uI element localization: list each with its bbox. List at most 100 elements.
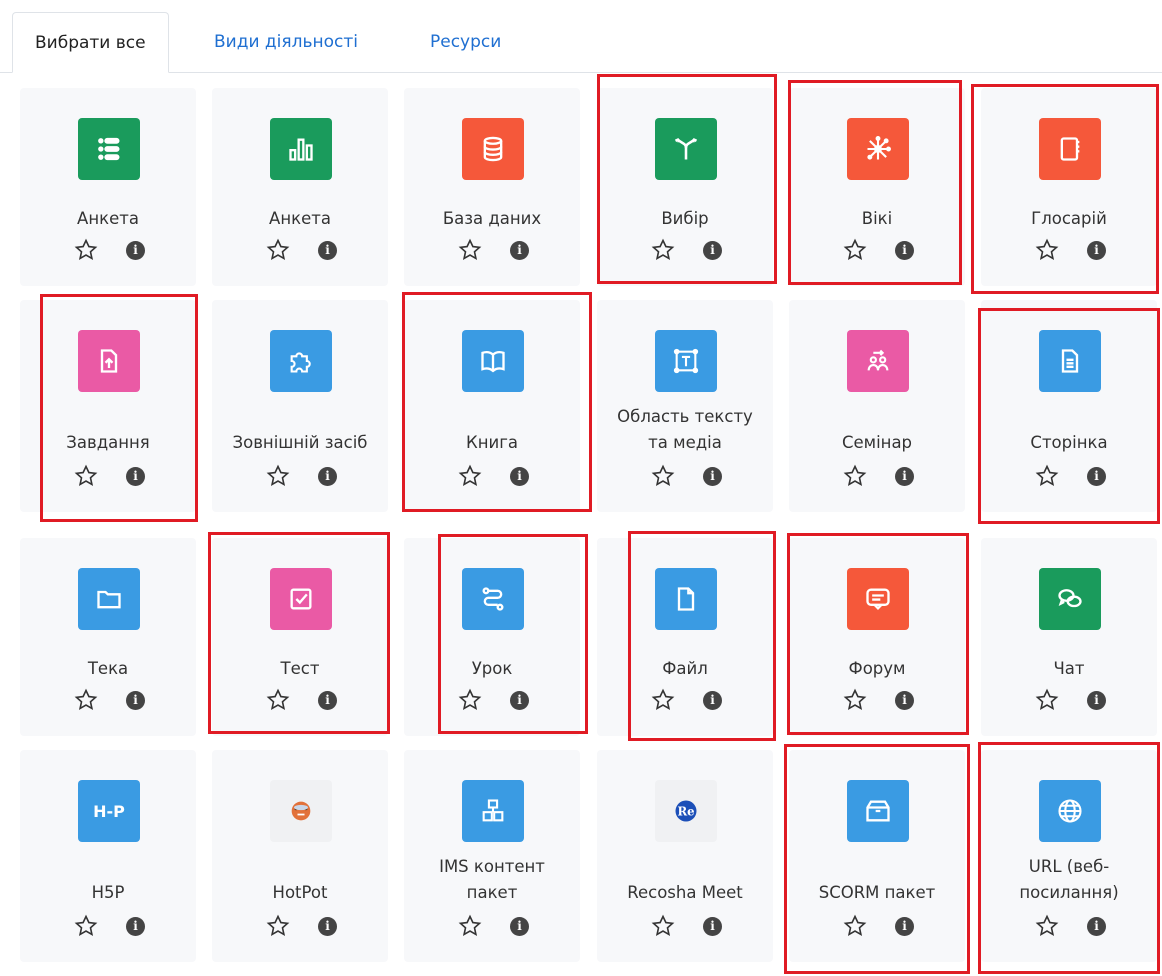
info-icon[interactable]: i (895, 241, 914, 260)
star-icon[interactable] (74, 464, 98, 488)
module-label: Зовнішній засіб (232, 433, 368, 452)
module-tile-page[interactable]: Сторінка i (981, 300, 1157, 512)
module-tile-folder[interactable]: Тека i (20, 538, 196, 736)
module-label: Форум (848, 659, 906, 678)
module-tile-file[interactable]: Файл i (597, 538, 773, 736)
module-tile-external-tool[interactable]: Зовнішній засіб i (212, 300, 388, 512)
info-icon[interactable]: i (318, 917, 337, 936)
module-tile-choice[interactable]: Вибір i (597, 88, 773, 286)
star-icon[interactable] (458, 914, 482, 938)
module-label: База даних (442, 209, 542, 228)
module-label: Анкета (77, 209, 139, 228)
module-label: H5P (91, 883, 125, 902)
info-icon[interactable]: i (126, 467, 145, 486)
star-icon[interactable] (266, 688, 290, 712)
info-icon[interactable]: i (895, 691, 914, 710)
module-tile-lesson[interactable]: Урок i (404, 538, 580, 736)
module-tile-database[interactable]: База даних i (404, 88, 580, 286)
info-icon[interactable]: i (703, 467, 722, 486)
star-icon[interactable] (651, 238, 675, 262)
module-label: Тест (280, 659, 320, 678)
tab-activities[interactable]: Види діяльності (192, 12, 380, 72)
module-tile-scorm[interactable]: SCORM пакет i (789, 750, 965, 962)
module-tile-ims-package[interactable]: IMS контент пакет i (404, 750, 580, 962)
info-icon[interactable]: i (126, 917, 145, 936)
info-icon[interactable]: i (1087, 467, 1106, 486)
chat-bubbles-icon (1039, 568, 1101, 630)
module-label-line1: URL (веб- (1028, 857, 1110, 876)
star-icon[interactable] (651, 914, 675, 938)
star-icon[interactable] (1035, 238, 1059, 262)
module-tile-forum[interactable]: Форум i (789, 538, 965, 736)
module-label: Вибір (661, 209, 709, 228)
star-icon[interactable] (843, 914, 867, 938)
star-icon[interactable] (1035, 688, 1059, 712)
module-tile-hotpot[interactable]: HotPot i (212, 750, 388, 962)
tab-resources[interactable]: Ресурси (408, 12, 523, 72)
hotpot-icon (270, 780, 332, 842)
star-icon[interactable] (458, 464, 482, 488)
module-tile-survey[interactable]: Анкета i (212, 88, 388, 286)
scorm-box-icon (847, 780, 909, 842)
file-icon (655, 568, 717, 630)
info-icon[interactable]: i (510, 917, 529, 936)
survey-chart-icon (270, 118, 332, 180)
info-icon[interactable]: i (895, 917, 914, 936)
star-icon[interactable] (266, 464, 290, 488)
star-icon[interactable] (266, 914, 290, 938)
star-icon[interactable] (74, 688, 98, 712)
star-icon[interactable] (843, 688, 867, 712)
star-icon[interactable] (1035, 914, 1059, 938)
module-label: Тека (87, 659, 129, 678)
star-icon[interactable] (843, 464, 867, 488)
info-icon[interactable]: i (703, 917, 722, 936)
info-icon[interactable]: i (318, 241, 337, 260)
activity-chooser: Вибрати все Види діяльності Ресурси Анке… (0, 0, 1162, 976)
module-tile-book[interactable]: Книга i (404, 300, 580, 512)
star-icon[interactable] (651, 464, 675, 488)
module-tile-recosha-meet[interactable]: Re Recosha Meet i (597, 750, 773, 962)
star-icon[interactable] (74, 238, 98, 262)
module-tile-quiz[interactable]: Тест i (212, 538, 388, 736)
star-icon[interactable] (1035, 464, 1059, 488)
module-tile-h5p[interactable]: H-P H5P i (20, 750, 196, 962)
star-icon[interactable] (458, 688, 482, 712)
info-icon[interactable]: i (510, 691, 529, 710)
info-icon[interactable]: i (318, 467, 337, 486)
choice-fork-icon (655, 118, 717, 180)
info-icon[interactable]: i (703, 241, 722, 260)
star-icon[interactable] (266, 238, 290, 262)
puzzle-icon (270, 330, 332, 392)
ims-package-icon (462, 780, 524, 842)
module-tile-feedback[interactable]: Анкета i (20, 88, 196, 286)
star-icon[interactable] (458, 238, 482, 262)
info-icon[interactable]: i (1087, 241, 1106, 260)
module-tile-wiki[interactable]: Вікі i (789, 88, 965, 286)
star-icon[interactable] (74, 914, 98, 938)
info-icon[interactable]: i (1087, 691, 1106, 710)
feedback-icon (78, 118, 140, 180)
module-tile-workshop[interactable]: Семінар i (789, 300, 965, 512)
globe-icon (1039, 780, 1101, 842)
info-icon[interactable]: i (895, 467, 914, 486)
module-tile-chat[interactable]: Чат i (981, 538, 1157, 736)
module-label-line2: посилання) (1019, 883, 1119, 902)
module-tile-assignment[interactable]: Завдання i (20, 300, 196, 512)
info-icon[interactable]: i (703, 691, 722, 710)
info-icon[interactable]: i (510, 467, 529, 486)
module-tile-url[interactable]: URL (веб- посилання) i (981, 750, 1157, 962)
module-label: HotPot (272, 883, 328, 902)
info-icon[interactable]: i (1087, 917, 1106, 936)
module-label-line1: IMS контент (439, 857, 545, 876)
tab-all[interactable]: Вибрати все (12, 12, 169, 73)
star-icon[interactable] (651, 688, 675, 712)
module-tile-text-media[interactable]: Область тексту та медіа i (597, 300, 773, 512)
info-icon[interactable]: i (510, 241, 529, 260)
text-area-icon (655, 330, 717, 392)
info-icon[interactable]: i (126, 691, 145, 710)
info-icon[interactable]: i (318, 691, 337, 710)
star-icon[interactable] (843, 238, 867, 262)
book-open-icon (462, 330, 524, 392)
info-icon[interactable]: i (126, 241, 145, 260)
module-tile-glossary[interactable]: Глосарій i (981, 88, 1157, 286)
